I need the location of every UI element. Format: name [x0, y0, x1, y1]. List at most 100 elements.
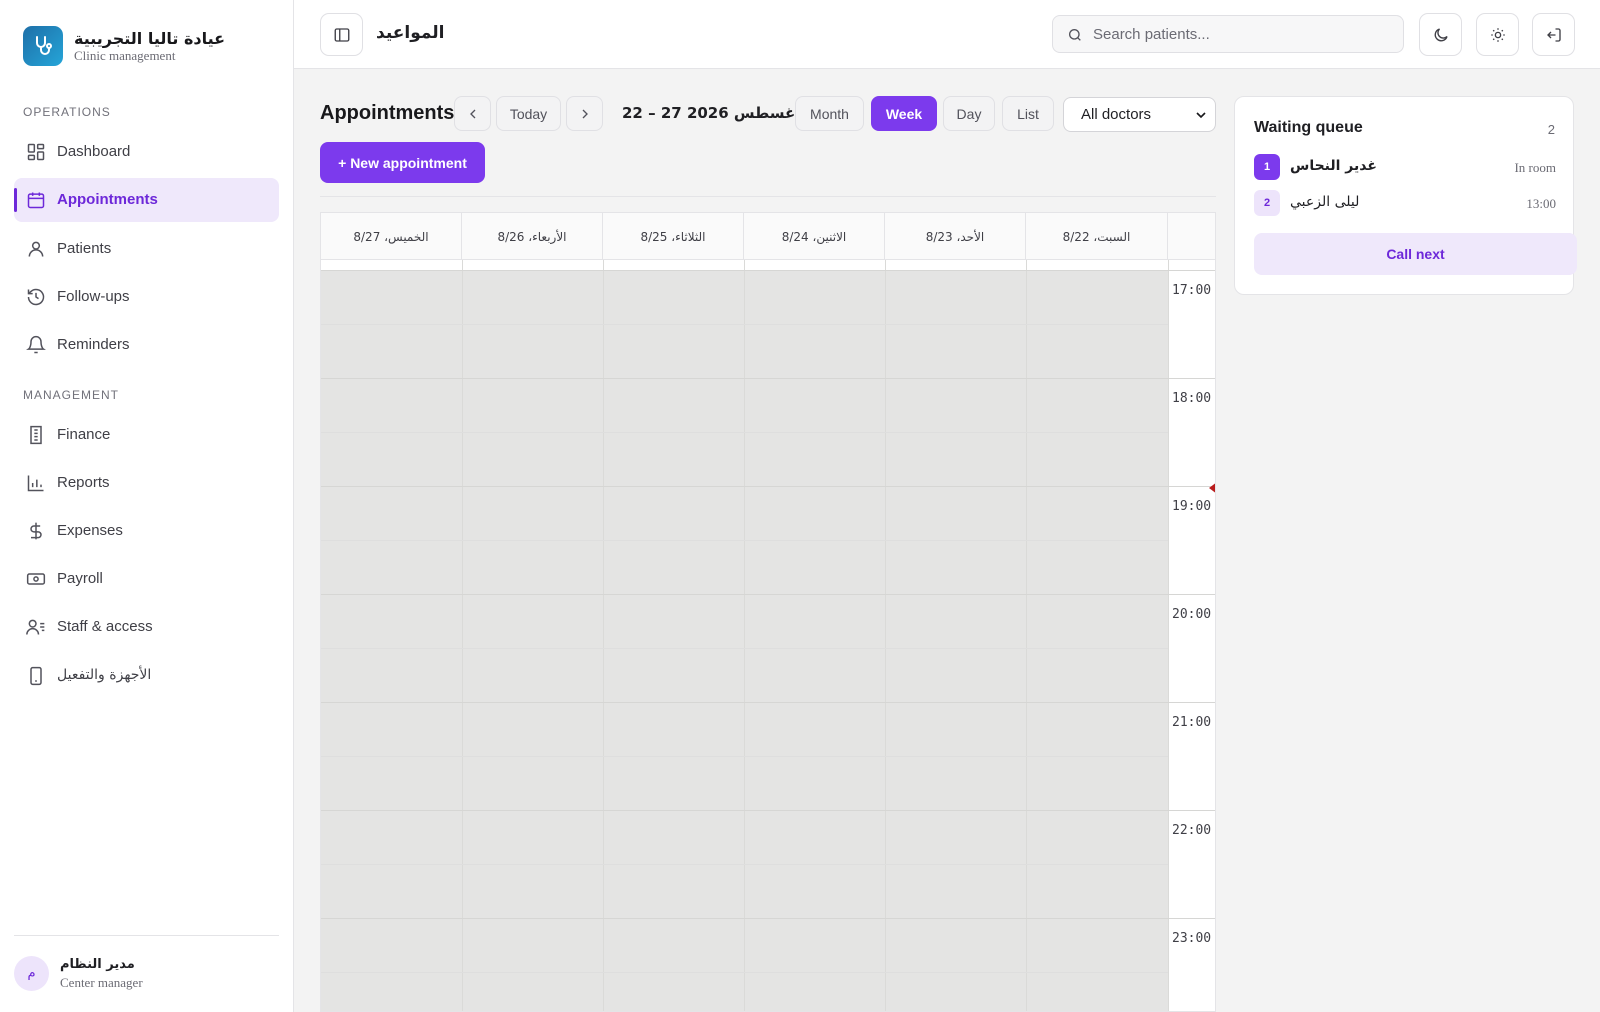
sidebar-item-label: Patients — [57, 240, 112, 257]
brand-subtitle: Clinic management — [74, 48, 176, 63]
queue-number-badge: 2 — [1254, 190, 1280, 216]
day-header[interactable]: الأربعاء، 8/26 — [462, 213, 603, 260]
user-icon — [28, 241, 44, 257]
queue-patient-name: غدير النحاس — [1290, 158, 1377, 174]
time-label: 23:00 — [1172, 931, 1212, 946]
divider — [320, 196, 1216, 197]
chevron-down-icon — [1196, 112, 1206, 119]
sidebar-item-label: Follow-ups — [57, 288, 130, 305]
panel-left-icon — [334, 27, 349, 42]
logout-button[interactable] — [1532, 13, 1575, 56]
column-line — [1168, 260, 1169, 1011]
view-day-button[interactable]: Day — [943, 96, 995, 131]
half-hour-line — [321, 756, 1168, 757]
view-week-button[interactable]: Week — [871, 96, 937, 131]
chevron-left-icon — [469, 109, 475, 118]
hour-line — [321, 486, 1215, 487]
half-hour-line — [321, 972, 1168, 973]
sidebar-item-finance[interactable]: Finance — [14, 413, 279, 457]
sidebar-item-patients[interactable]: Patients — [14, 227, 279, 271]
section-management: MANAGEMENT — [23, 388, 120, 402]
user-role: Center manager — [60, 975, 143, 990]
topbar — [294, 0, 1600, 69]
hour-line — [321, 918, 1215, 919]
moon-icon — [1434, 27, 1448, 41]
queue-entry[interactable]: 1 غدير النحاس In room — [1254, 154, 1556, 180]
hour-line — [321, 378, 1215, 379]
day-header[interactable]: الأحد، 8/23 — [885, 213, 1026, 260]
calendar-icon — [27, 192, 45, 209]
queue-number-badge: 1 — [1254, 154, 1280, 180]
queue-entry[interactable]: 2 ليلى الزعبي 13:00 — [1254, 190, 1556, 216]
sidebar-item-label: Appointments — [57, 191, 158, 208]
section-operations: OPERATIONS — [23, 105, 111, 119]
column-line — [462, 260, 463, 1011]
new-appointment-button[interactable]: + New appointment — [320, 142, 485, 183]
hour-line — [321, 702, 1215, 703]
half-hour-line — [321, 648, 1168, 649]
sidebar-item-label: Finance — [57, 426, 111, 443]
column-line — [744, 260, 745, 1011]
sidebar-item-expenses[interactable]: Expenses — [14, 509, 279, 553]
calendar-grid[interactable]: 17:00 18:00 19:00 20:00 21:00 22:00 23:0… — [321, 260, 1215, 1011]
sidebar-item-appointments[interactable]: Appointments — [14, 178, 279, 222]
banknote-icon — [26, 573, 46, 585]
receipt-icon — [30, 425, 42, 445]
sidebar-toggle-button[interactable] — [320, 13, 363, 56]
sun-icon — [1490, 27, 1505, 42]
day-header[interactable]: الاثنين، 8/24 — [744, 213, 885, 260]
current-time-indicator — [1209, 482, 1215, 494]
avatar[interactable]: م — [14, 956, 49, 991]
log-in-icon — [1546, 27, 1561, 42]
waiting-queue-panel: Waiting queue 2 1 غدير النحاس In room 2 … — [1234, 96, 1577, 295]
stethoscope-icon — [23, 26, 63, 66]
sidebar-item-reports[interactable]: Reports — [14, 461, 279, 505]
queue-count: 2 — [1547, 122, 1555, 137]
search-input[interactable] — [1093, 25, 1393, 43]
next-button[interactable] — [566, 96, 603, 131]
bar-chart-icon — [27, 475, 44, 492]
sidebar-item-label: Staff & access — [57, 618, 153, 635]
today-button[interactable]: Today — [496, 96, 561, 131]
time-label: 22:00 — [1172, 823, 1212, 838]
day-header[interactable]: الثلاثاء، 8/25 — [603, 213, 744, 260]
search-icon — [1069, 29, 1081, 41]
sidebar-item-dashboard[interactable]: Dashboard — [14, 130, 279, 174]
day-header[interactable]: السبت، 8/22 — [1026, 213, 1168, 260]
dark-mode-button[interactable] — [1419, 13, 1462, 56]
sidebar: عيادة تاليا التجريبية Clinic management … — [0, 0, 294, 1012]
time-label: 18:00 — [1172, 391, 1212, 406]
sidebar-item-reminders[interactable]: Reminders — [14, 323, 279, 367]
smartphone-icon — [30, 666, 42, 686]
column-line — [603, 260, 604, 1011]
day-header[interactable]: الخميس، 8/27 — [321, 213, 462, 260]
search-bar[interactable] — [1052, 15, 1404, 53]
date-range: أغسطس 2026 27 – 22 — [622, 104, 801, 122]
queue-status: In room — [1514, 160, 1556, 175]
page-title: المواعيد — [376, 23, 445, 43]
sidebar-item-follow-ups[interactable]: Follow-ups — [14, 275, 279, 319]
sidebar-item-staff[interactable]: Staff & access — [14, 605, 279, 649]
call-next-button[interactable]: Call next — [1254, 233, 1577, 275]
sidebar-item-label: Reminders — [57, 336, 130, 353]
doctor-filter-select[interactable]: All doctors — [1063, 97, 1216, 132]
sidebar-item-payroll[interactable]: Payroll — [14, 557, 279, 601]
view-month-button[interactable]: Month — [795, 96, 864, 131]
sidebar-item-devices[interactable]: الأجهزة والتفعيل — [14, 654, 279, 698]
hour-line — [321, 270, 1215, 271]
light-mode-button[interactable] — [1476, 13, 1519, 56]
users-icon — [26, 619, 45, 635]
calendar-header: الخميس، 8/27 الأربعاء، 8/26 الثلاثاء، 8/… — [321, 213, 1215, 260]
view-list-button[interactable]: List — [1002, 96, 1054, 131]
divider — [14, 935, 279, 936]
chevron-right-icon — [582, 109, 588, 118]
brand[interactable]: عيادة تاليا التجريبية Clinic management — [23, 26, 225, 66]
half-hour-line — [321, 432, 1168, 433]
queue-title: Waiting queue — [1254, 119, 1363, 136]
sidebar-item-label: الأجهزة والتفعيل — [57, 667, 152, 683]
week-calendar: الخميس، 8/27 الأربعاء، 8/26 الثلاثاء، 8/… — [320, 212, 1216, 1012]
hour-line — [321, 810, 1215, 811]
prev-button[interactable] — [454, 96, 491, 131]
bell-icon — [26, 335, 46, 354]
half-hour-line — [321, 540, 1168, 541]
